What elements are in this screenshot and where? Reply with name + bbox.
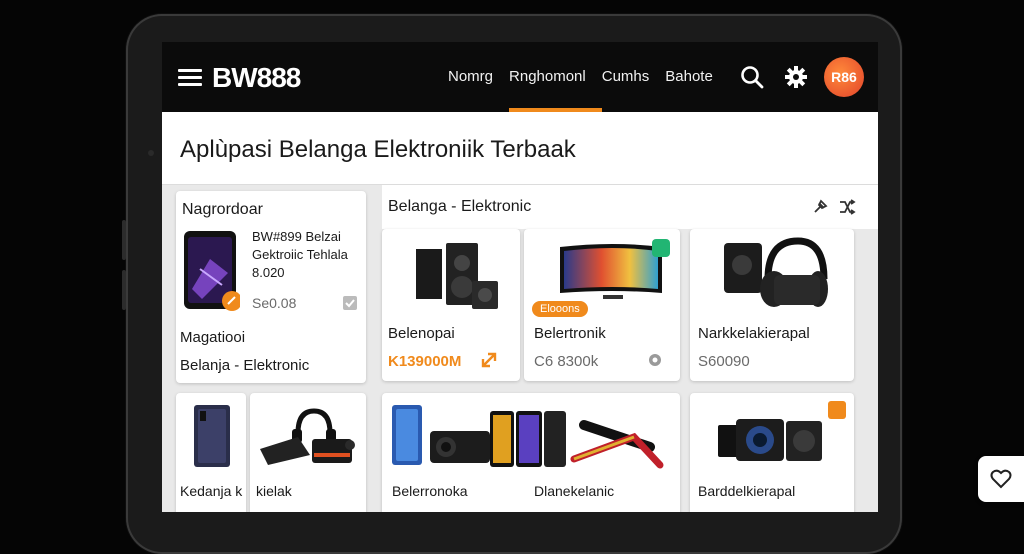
product-name: Barddelkierapal <box>698 483 796 499</box>
top-bar: BW888 Nomrg Rnghomonl Cumhs Bahote R86 <box>162 42 878 112</box>
gear-icon[interactable] <box>783 64 809 90</box>
featured-footer-label: Magatiooi <box>180 329 246 346</box>
page-title: Aplùpasi Belanga Elektroniik Terbaak <box>180 136 576 163</box>
app-screen: BW888 Nomrg Rnghomonl Cumhs Bahote R86 A… <box>162 42 878 512</box>
product-card[interactable]: Narkkelakierapal S60090 <box>690 229 854 381</box>
menu-icon[interactable] <box>178 69 202 86</box>
gaming-gear-image <box>260 408 355 465</box>
section-header: Belanga - Elektronic <box>382 185 878 229</box>
app-logo[interactable]: BW888 <box>212 62 301 94</box>
product-card[interactable]: Belerronoka Dlanekelanic <box>382 393 680 512</box>
featured-footer-subtitle: Belanja - Elektronic <box>180 357 310 374</box>
avatar[interactable]: R86 <box>824 57 864 97</box>
title-bar: Aplùpasi Belanga Elektroniik Terbaak <box>162 112 878 185</box>
pin-icon[interactable] <box>812 199 828 215</box>
featured-title-3: 8.020 <box>252 265 285 280</box>
section-title: Belanga - Elektronic <box>388 198 532 215</box>
content-area: Nagrordoar BW#899 Belzai Gektroiic Tehla… <box>162 185 878 512</box>
edit-icon[interactable] <box>828 401 846 419</box>
main-nav: Nomrg Rnghomonl Cumhs Bahote <box>440 42 721 112</box>
product-name: Belerronoka <box>392 483 468 499</box>
phone-case-image <box>194 405 230 467</box>
featured-price: Se0.08 <box>252 295 297 311</box>
checkbox-icon[interactable] <box>342 295 358 311</box>
volume-button-2 <box>122 270 126 310</box>
tag-icon <box>652 239 670 257</box>
product-name: Belenopai <box>388 325 455 342</box>
product-card[interactable]: Belenopai K139000M <box>382 229 520 381</box>
product-card[interactable]: Elooons Belertronik C6 8300k <box>524 229 680 381</box>
featured-card[interactable]: Nagrordoar BW#899 Belzai Gektroiic Tehla… <box>176 191 366 383</box>
product-card[interactable]: kielak <box>250 393 366 512</box>
speaker-image <box>416 243 498 309</box>
nav-item-1[interactable]: Nomrg <box>440 42 501 112</box>
link-icon[interactable] <box>480 351 498 369</box>
volume-button <box>122 220 126 260</box>
nav-item-4[interactable]: Bahote <box>657 42 721 112</box>
featured-title-2: Gektroiic Tehlala <box>252 247 348 262</box>
product-name: Narkkelakierapal <box>698 325 810 342</box>
smartphone-image <box>184 231 240 311</box>
favorite-button[interactable] <box>978 456 1024 502</box>
product-price: K139000M <box>388 353 462 370</box>
search-icon[interactable] <box>739 64 765 90</box>
product-badge: Elooons <box>532 301 588 317</box>
product-price: C6 8300k <box>534 353 599 370</box>
camera-speaker-image <box>718 419 822 461</box>
camera-dot <box>148 150 154 156</box>
nav-item-3[interactable]: Cumhs <box>594 42 658 112</box>
featured-title-1: BW#899 Belzai <box>252 229 341 244</box>
phones-projector-image <box>392 405 664 469</box>
nav-item-2[interactable]: Rnghomonl <box>501 42 602 112</box>
product-price: S60090 <box>698 353 750 370</box>
shuffle-icon[interactable] <box>838 199 856 215</box>
product-card[interactable]: Kedanja k <box>176 393 246 512</box>
heart-icon <box>990 469 1012 489</box>
product-name: Belertronik <box>534 325 606 342</box>
featured-heading: Nagrordoar <box>182 201 263 218</box>
product-name: kielak <box>256 483 292 499</box>
product-name: Kedanja k <box>180 483 243 499</box>
product-card[interactable]: Barddelkierapal <box>690 393 854 512</box>
settings-icon[interactable] <box>646 351 664 369</box>
product-name-2: Dlanekelanic <box>534 483 615 499</box>
headphones-speaker-image <box>724 237 828 307</box>
